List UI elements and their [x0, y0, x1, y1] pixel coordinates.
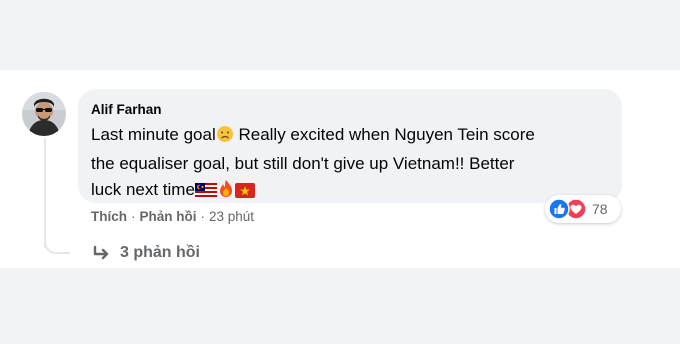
malaysia-flag-emoji-icon	[194, 180, 217, 206]
like-button[interactable]: Thích	[91, 209, 127, 224]
separator: ·	[131, 209, 136, 224]
thread-connector	[44, 236, 70, 254]
comment-line1-b: Really excited when Nguyen Tein score	[233, 125, 535, 144]
comment-line2: the equaliser goal, but still don't give…	[91, 154, 515, 173]
thread-line	[44, 138, 46, 248]
comment-text: Last minute goal Really excited when Ngu…	[91, 122, 609, 206]
comment-author[interactable]: Alif Farhan	[91, 101, 609, 119]
comment-timestamp[interactable]: 23 phút	[209, 209, 254, 224]
view-replies-link[interactable]: 3 phản hồi	[92, 241, 200, 265]
fire-emoji-icon	[217, 179, 235, 206]
comment-line1-a: Last minute goal	[91, 125, 216, 144]
comment-line3: luck next time	[91, 180, 195, 199]
separator: ·	[200, 209, 206, 224]
reaction-count: 78	[592, 201, 608, 217]
reaction-summary[interactable]: 78	[545, 195, 621, 223]
replies-count-label: 3 phản hồi	[120, 244, 200, 261]
reply-arrow-icon	[92, 244, 112, 262]
sad-face-emoji-icon	[216, 125, 234, 151]
vietnam-flag-emoji-icon	[234, 180, 255, 206]
like-icon	[548, 198, 570, 220]
reply-button[interactable]: Phản hồi	[140, 209, 197, 224]
comment-bubble: Alif Farhan Last minute goal Really exci…	[78, 89, 622, 203]
comment-actions: Thích · Phản hồi · 23 phút	[91, 207, 254, 227]
avatar[interactable]	[22, 92, 66, 136]
